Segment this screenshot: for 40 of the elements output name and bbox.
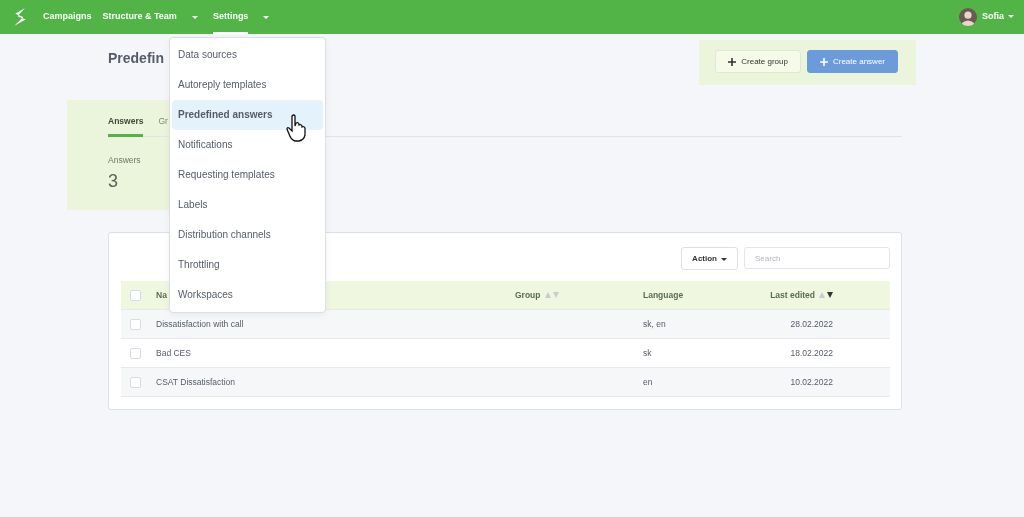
caret-icon[interactable] <box>263 15 270 19</box>
table-cell: sk, en <box>643 319 666 329</box>
table-cell: CSAT Dissatisfaction <box>156 377 236 387</box>
action-button[interactable]: Action <box>681 246 738 270</box>
column-header[interactable]: Language <box>643 290 684 300</box>
sort-icon[interactable] <box>819 292 833 298</box>
table-cell: Dissatisfaction with call <box>156 319 244 329</box>
checkbox[interactable] <box>130 318 141 330</box>
table-cell: 10.02.2022 <box>790 377 833 387</box>
column-header[interactable]: Na <box>156 290 167 300</box>
search-field[interactable]: Search <box>744 247 890 269</box>
plus-icon <box>728 57 737 66</box>
page-title: Predefin <box>108 50 164 66</box>
checkbox[interactable] <box>130 376 141 388</box>
menu-item[interactable]: Throttling <box>172 250 323 280</box>
avatar-icon[interactable] <box>959 8 977 26</box>
menu-item[interactable]: Workspaces <box>172 280 323 310</box>
caret-icon[interactable] <box>191 15 198 19</box>
menu-item[interactable]: Distribution channels <box>172 220 323 250</box>
menu-item[interactable]: Requesting templates <box>172 160 323 190</box>
column-header[interactable]: Group <box>515 290 541 300</box>
menu-item[interactable]: Labels <box>172 190 323 220</box>
menu-item[interactable]: Autoreply templates <box>172 70 323 100</box>
stat-label: Answers <box>108 155 141 165</box>
checkbox[interactable] <box>130 289 141 301</box>
table-cell: sk <box>643 348 652 358</box>
create-button[interactable]: Create group <box>715 50 801 73</box>
table-cell: Bad CES <box>156 348 191 358</box>
table-cell: 28.02.2022 <box>790 319 833 329</box>
table-cell: en <box>643 377 653 387</box>
menu-item[interactable]: Data sources <box>172 40 323 70</box>
tab[interactable]: Answers <box>108 116 144 137</box>
menu-item[interactable]: Predefined answers <box>172 100 323 130</box>
menu-item[interactable]: Notifications <box>172 130 323 160</box>
table-cell: 18.02.2022 <box>790 348 833 358</box>
plus-icon <box>819 57 828 66</box>
hand-cursor-icon <box>286 114 308 142</box>
stat-value: 3 <box>108 171 118 192</box>
checkbox[interactable] <box>130 347 141 359</box>
column-header[interactable]: Last edited <box>770 290 815 300</box>
